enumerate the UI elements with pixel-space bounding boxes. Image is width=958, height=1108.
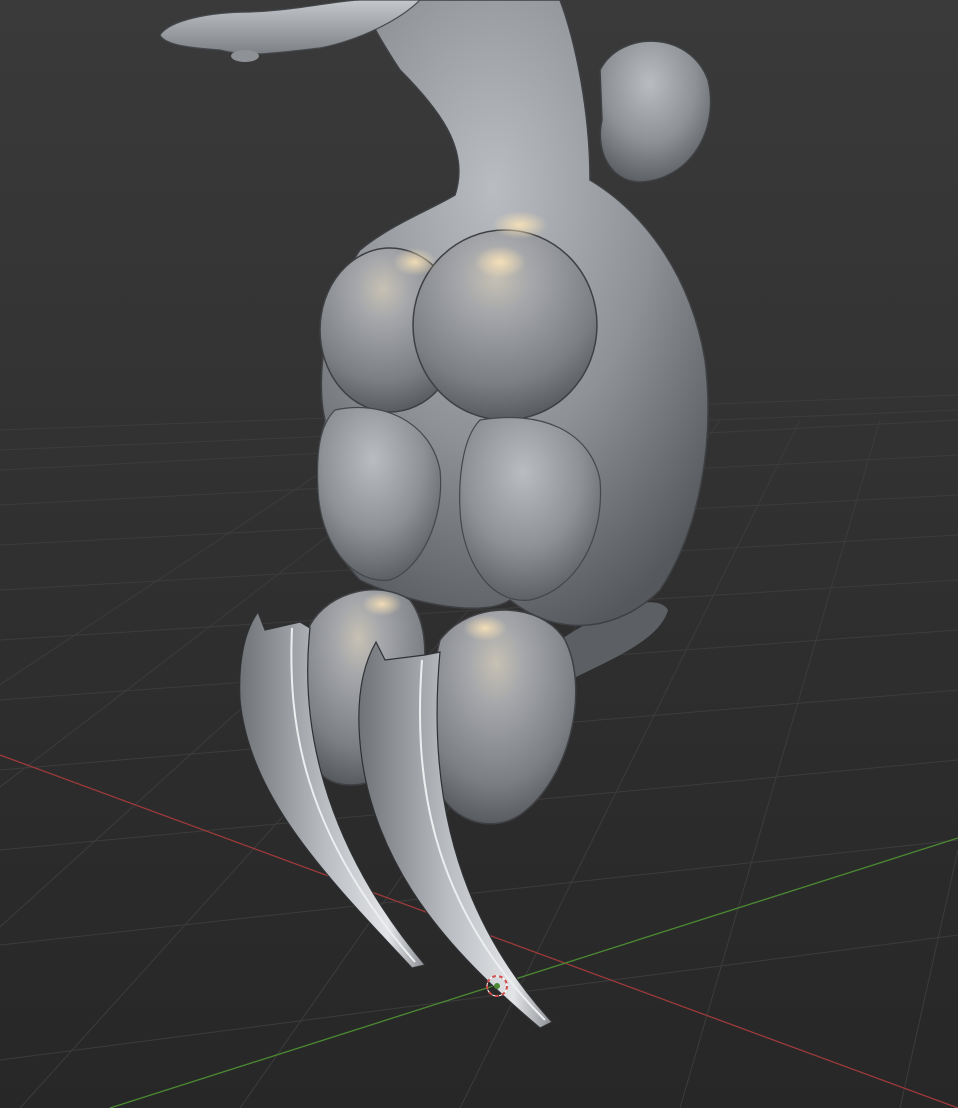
tail-blob <box>599 40 712 183</box>
arm <box>159 0 421 55</box>
y-axis-line <box>109 837 958 1108</box>
specular-highlight <box>463 615 507 641</box>
specular-highlight <box>492 211 548 239</box>
specular-highlight <box>362 592 402 616</box>
right-calf <box>430 609 577 825</box>
specular-highlight <box>393 248 437 276</box>
3d-viewport[interactable] <box>0 0 958 1108</box>
specular-highlight <box>474 246 526 278</box>
hand <box>231 50 259 62</box>
viewport-canvas[interactable] <box>0 0 958 1108</box>
sculpt-mesh[interactable] <box>159 0 712 1029</box>
